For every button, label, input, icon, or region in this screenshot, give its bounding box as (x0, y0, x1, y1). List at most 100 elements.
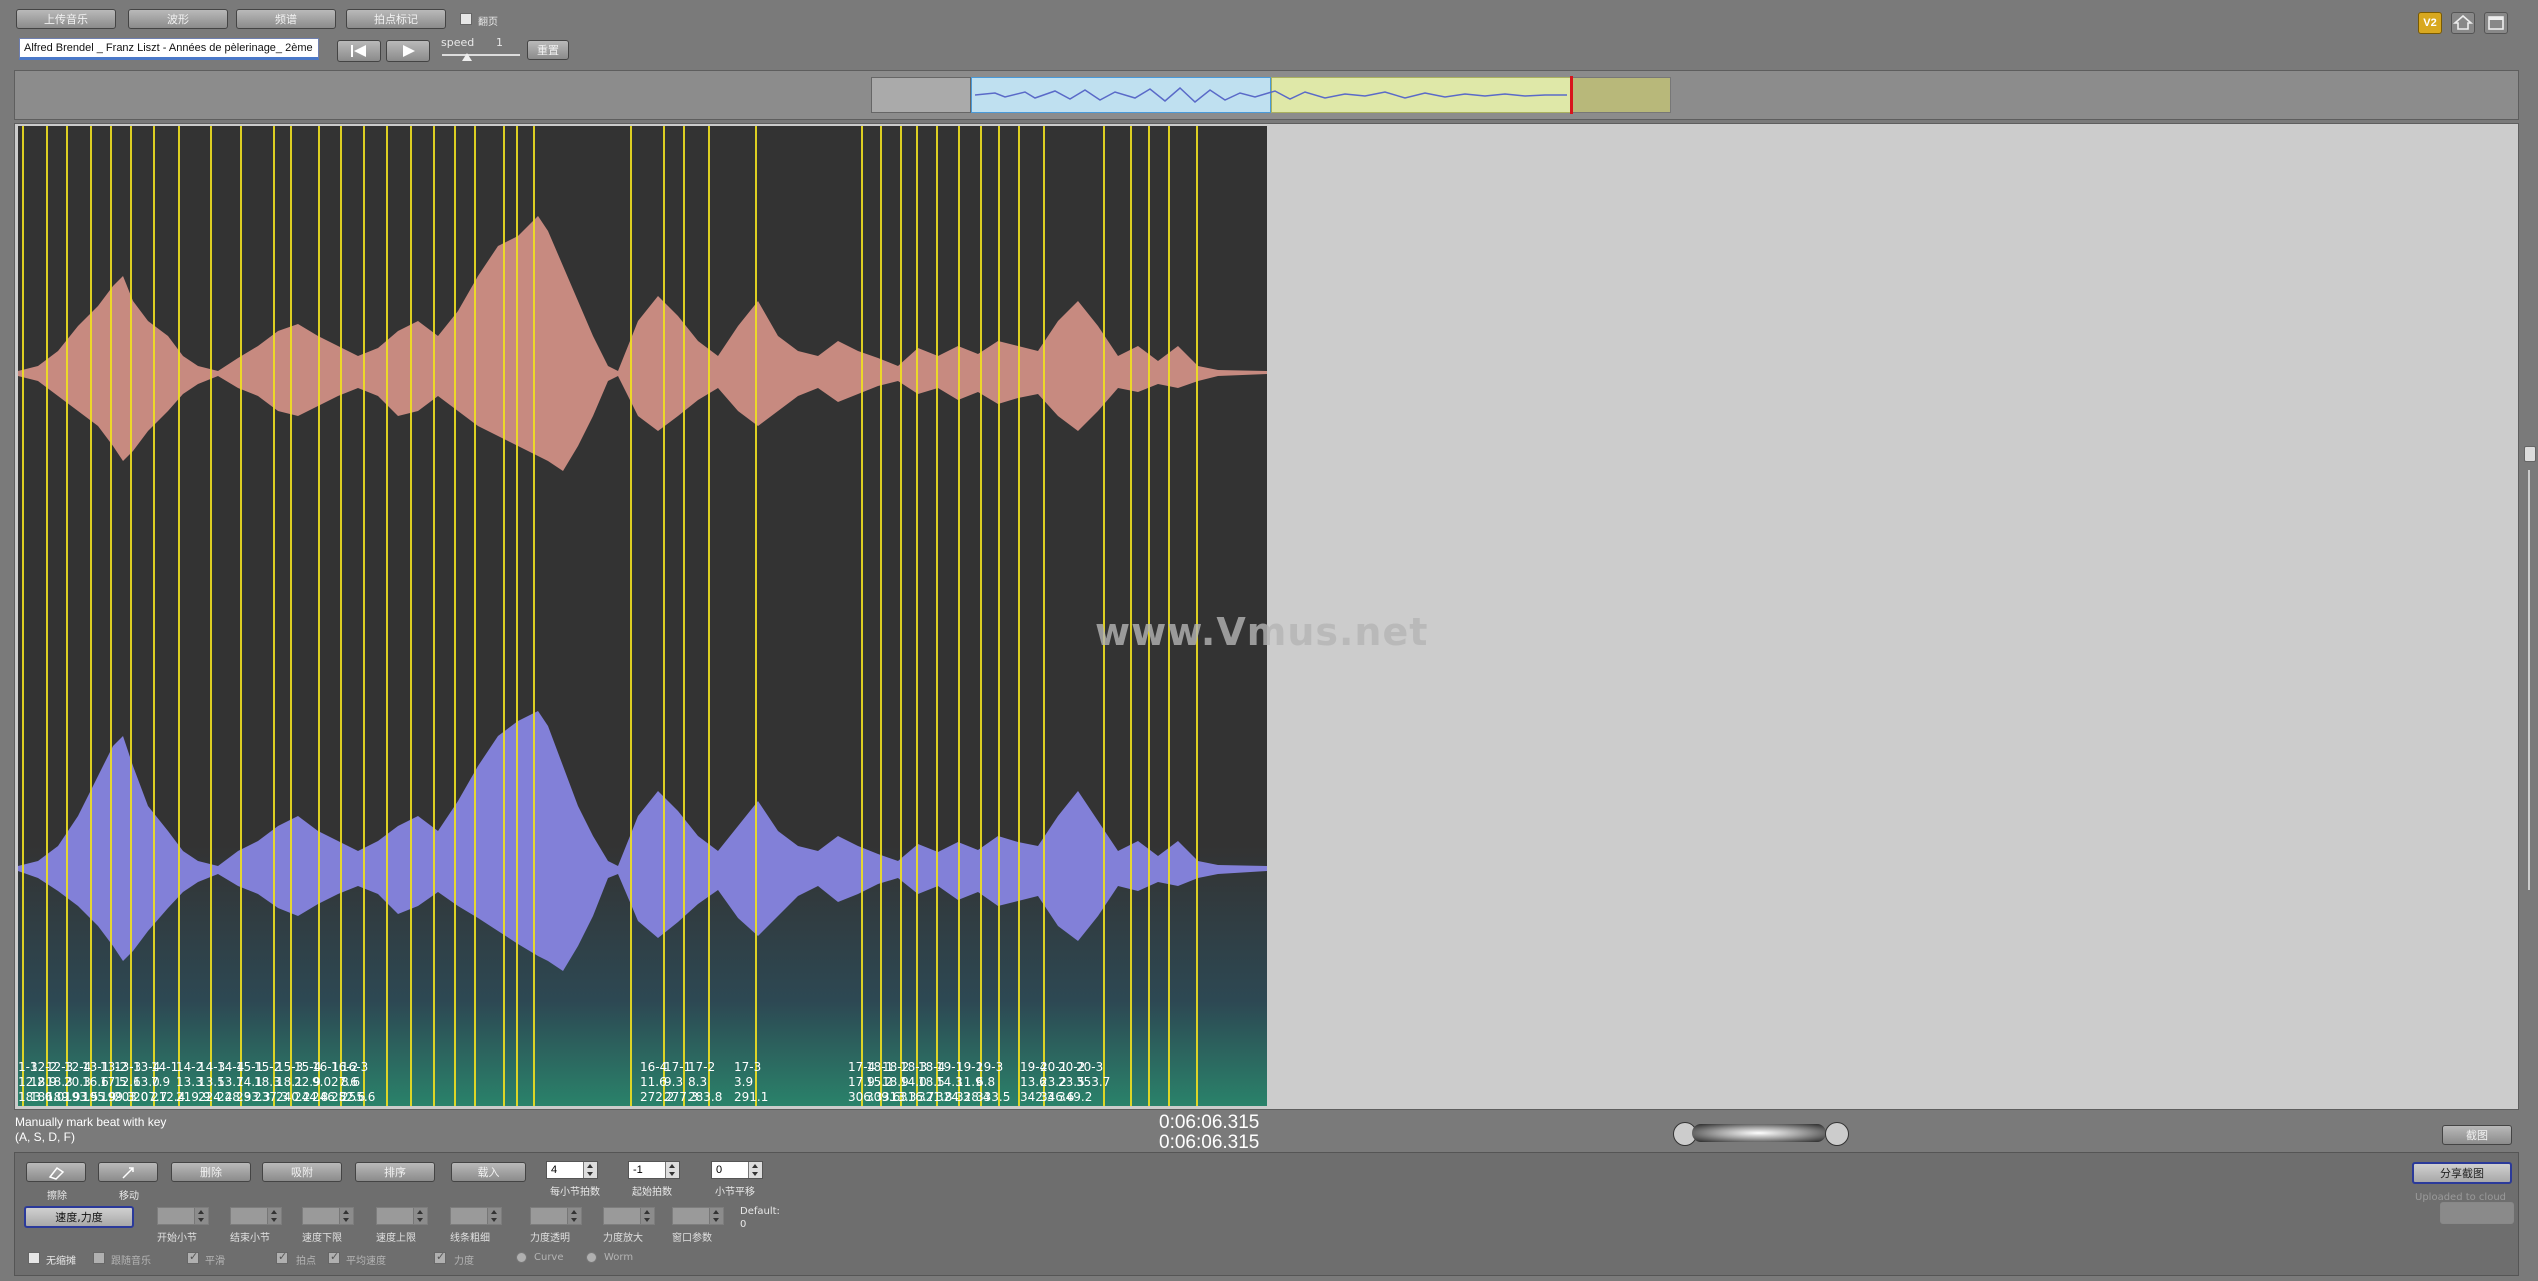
speed-slider-thumb[interactable] (462, 53, 472, 61)
beat-line[interactable] (178, 126, 180, 1106)
smooth-checkbox[interactable] (187, 1250, 199, 1264)
start-beat-input[interactable]: -1 (628, 1161, 680, 1179)
file-name-field[interactable]: Alfred Brendel _ Franz Liszt - Années de… (19, 38, 319, 60)
beat-line[interactable] (516, 126, 518, 1106)
move-button[interactable] (98, 1162, 158, 1182)
dynamics-label: 力度 (454, 1256, 474, 1267)
upload-music-button[interactable]: 上传音乐 (16, 9, 116, 29)
beat-line[interactable] (433, 126, 435, 1106)
beat-point-label: 拍点 (296, 1256, 316, 1267)
beat-line[interactable] (210, 126, 212, 1106)
beat-line[interactable] (880, 126, 882, 1106)
measure-label-line: 16-3 (341, 1060, 369, 1074)
follow-music-checkbox[interactable] (93, 1252, 105, 1264)
window-params-label: 窗口参数 (672, 1233, 712, 1244)
time-display: 0:06:06.315 0:06:06.315 (1159, 1113, 1259, 1153)
beat-line[interactable] (66, 126, 68, 1106)
analysis-area[interactable]: 1-3 12.2 183.0 12-2 18.9 186.0 12-3 18.3 189.9 12… (18, 126, 1267, 1106)
beat-line[interactable] (318, 126, 320, 1106)
scroll-track[interactable] (2528, 470, 2530, 890)
smooth-label: 平滑 (205, 1256, 225, 1267)
beat-line[interactable] (1018, 126, 1020, 1106)
tempo-high-input[interactable] (376, 1207, 428, 1225)
beat-line[interactable] (708, 126, 710, 1106)
speed-slider-track[interactable] (442, 54, 520, 56)
home-icon[interactable] (2451, 12, 2475, 34)
beat-marks-button[interactable]: 拍点标记 (346, 9, 446, 29)
worm-radio[interactable] (586, 1252, 597, 1263)
beat-line[interactable] (363, 126, 365, 1106)
turn-page-checkbox[interactable] (460, 13, 472, 25)
beat-line[interactable] (533, 126, 535, 1106)
beat-line[interactable] (454, 126, 456, 1106)
measure-label-line: 255.6 (341, 1090, 376, 1104)
no-repeat-checkbox[interactable] (28, 1252, 40, 1264)
waveform-button[interactable]: 波形 (128, 9, 228, 29)
end-measure-input[interactable] (230, 1207, 282, 1225)
hint-line-2: (A, S, D, F) (15, 1130, 75, 1144)
measure-label-line: 291.1 (734, 1090, 769, 1104)
beat-line[interactable] (153, 126, 155, 1106)
beat-line[interactable] (900, 126, 902, 1106)
overview-playhead[interactable] (1570, 76, 1573, 114)
beat-line[interactable] (503, 126, 505, 1106)
beats-per-measure-input[interactable]: 4 (546, 1161, 598, 1179)
beat-line[interactable] (386, 126, 388, 1106)
beat-line[interactable] (630, 126, 632, 1106)
erase-button[interactable] (26, 1162, 86, 1182)
window-params-input[interactable] (672, 1207, 724, 1225)
share-screenshot-button[interactable]: 分享截图 (2412, 1162, 2512, 1184)
measure-label-line: 3.9 (734, 1075, 754, 1089)
beat-line[interactable] (958, 126, 960, 1106)
beat-line[interactable] (46, 126, 48, 1106)
tempo-low-input[interactable] (302, 1207, 354, 1225)
beat-line[interactable] (916, 126, 918, 1106)
zoom-in-icon[interactable] (1825, 1122, 1849, 1146)
window-icon[interactable] (2484, 12, 2508, 34)
beat-line[interactable] (130, 126, 132, 1106)
beat-line[interactable] (273, 126, 275, 1106)
dyn-magnify-input[interactable] (603, 1207, 655, 1225)
beat-line[interactable] (755, 126, 757, 1106)
start-measure-input[interactable] (157, 1207, 209, 1225)
beat-line[interactable] (90, 126, 92, 1106)
zoom-slider[interactable] (1692, 1124, 1826, 1142)
beat-line[interactable] (22, 126, 24, 1106)
beat-line[interactable] (980, 126, 982, 1106)
scroll-handle[interactable] (2524, 446, 2536, 462)
spectrum-button[interactable]: 频谱 (236, 9, 336, 29)
curve-radio[interactable] (516, 1252, 527, 1263)
dynamics-checkbox[interactable] (434, 1250, 446, 1264)
beat-line[interactable] (936, 126, 938, 1106)
play-button[interactable] (386, 40, 430, 62)
measure-offset-input[interactable]: 0 (711, 1161, 763, 1179)
beat-line[interactable] (340, 126, 342, 1106)
align-button[interactable]: 吸附 (262, 1162, 342, 1182)
screenshot-button[interactable]: 截图 (2442, 1125, 2512, 1145)
avg-tempo-checkbox[interactable] (328, 1250, 340, 1264)
tempo-dynamics-button[interactable]: 速度,力度 (24, 1206, 134, 1228)
beat-line[interactable] (663, 126, 665, 1106)
reset-button[interactable]: 重置 (527, 40, 569, 60)
beat-line[interactable] (998, 126, 1000, 1106)
beat-line[interactable] (474, 126, 476, 1106)
v2-badge-icon[interactable]: V2 (2418, 12, 2442, 34)
beat-line[interactable] (683, 126, 685, 1106)
avg-tempo-label: 平均速度 (346, 1256, 386, 1267)
beat-point-checkbox[interactable] (276, 1250, 288, 1264)
hint-line-1: Manually mark beat with key (15, 1115, 167, 1129)
beat-line[interactable] (410, 126, 412, 1106)
beat-line[interactable] (1043, 126, 1045, 1106)
measure-label-line: 17-2 (688, 1060, 716, 1074)
skip-back-button[interactable] (337, 40, 381, 62)
beat-line[interactable] (861, 126, 863, 1106)
beat-line[interactable] (290, 126, 292, 1106)
sort-button[interactable]: 排序 (355, 1162, 435, 1182)
dyn-transparency-input[interactable] (530, 1207, 582, 1225)
beat-line[interactable] (110, 126, 112, 1106)
line-thickness-input[interactable] (450, 1207, 502, 1225)
beat-line[interactable] (240, 126, 242, 1106)
curve-label: Curve (534, 1252, 564, 1263)
load-button[interactable]: 载入 (451, 1162, 526, 1182)
delete-button[interactable]: 删除 (171, 1162, 251, 1182)
